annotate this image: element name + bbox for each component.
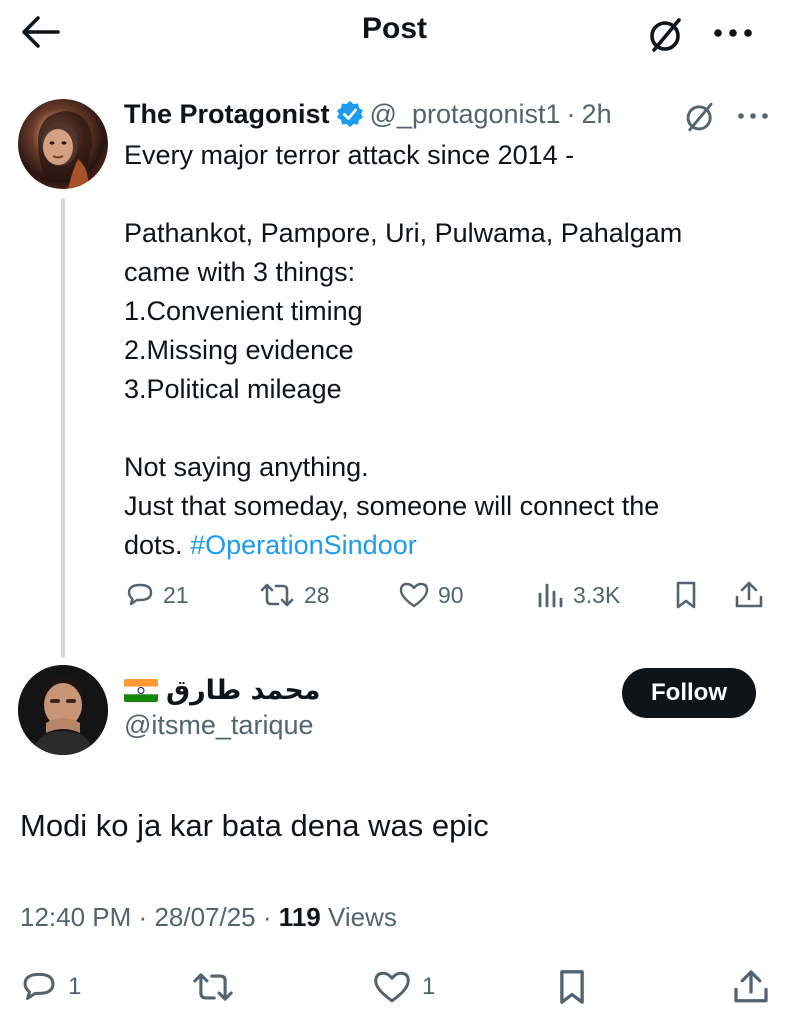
avatar-photo-icon bbox=[38, 111, 92, 189]
post-more-button[interactable] bbox=[735, 105, 771, 127]
views-label: Views bbox=[327, 902, 397, 932]
share-button[interactable] bbox=[733, 580, 765, 610]
reply-button[interactable]: 21 bbox=[125, 580, 189, 610]
reply-count: 1 bbox=[68, 973, 82, 1000]
author-handle[interactable]: @_protagonist1 bbox=[370, 99, 561, 130]
post-text-line: 2.Missing evidence bbox=[124, 335, 354, 365]
bookmark-button[interactable] bbox=[554, 968, 590, 1006]
avatar-photo-icon bbox=[18, 665, 108, 755]
like-button[interactable]: 1 bbox=[372, 968, 435, 1006]
post-time[interactable]: 12:40 PM bbox=[20, 902, 131, 932]
separator: · bbox=[566, 98, 576, 129]
repost-icon bbox=[260, 583, 294, 607]
post-metadata: 12:40 PM · 28/07/25 · 119 Views bbox=[20, 902, 397, 933]
repost-button[interactable] bbox=[190, 968, 236, 1006]
bookmark-icon bbox=[560, 970, 584, 1004]
avatar[interactable] bbox=[18, 99, 108, 189]
grok-icon bbox=[686, 102, 713, 132]
share-icon bbox=[735, 581, 763, 608]
share-button[interactable] bbox=[731, 968, 771, 1006]
repost-count: 28 bbox=[304, 581, 330, 608]
like-button[interactable]: 90 bbox=[398, 580, 464, 610]
reply-icon bbox=[23, 972, 55, 1000]
repost-icon bbox=[193, 973, 233, 1001]
grok-button[interactable] bbox=[683, 100, 717, 134]
bookmark-button[interactable] bbox=[672, 580, 700, 610]
main-post-author-row: محمد طارق bbox=[124, 670, 321, 710]
view-count: 3.3K bbox=[573, 581, 621, 608]
more-horizontal-icon bbox=[714, 29, 752, 37]
views-button[interactable]: 3.3K bbox=[535, 580, 620, 610]
author-name[interactable]: The Protagonist bbox=[124, 99, 330, 130]
post-text-line: Pathankot, Pampore, Uri, Pulwama, Pahalg… bbox=[124, 218, 683, 248]
post-time[interactable]: 2h bbox=[582, 99, 612, 130]
more-options-button[interactable] bbox=[710, 20, 756, 46]
post-text-line: Every major terror attack since 2014 - bbox=[124, 140, 575, 170]
reply-button[interactable]: 1 bbox=[20, 968, 81, 1006]
reply-count: 21 bbox=[163, 581, 189, 608]
analytics-icon bbox=[538, 583, 563, 608]
parent-post-text: Every major terror attack since 2014 - P… bbox=[124, 136, 764, 565]
post-date[interactable]: 28/07/25 bbox=[154, 902, 255, 932]
post-text-fragment: dots. bbox=[124, 530, 183, 560]
post-text-line: 3.Political mileage bbox=[124, 374, 342, 404]
follow-button[interactable]: Follow bbox=[622, 668, 756, 718]
post-text-line: 1.Convenient timing bbox=[124, 296, 363, 326]
bookmark-icon bbox=[676, 581, 696, 609]
share-icon bbox=[734, 970, 768, 1003]
more-horizontal-icon bbox=[738, 113, 768, 119]
main-post-text: Modi ko ja kar bata dena was epic bbox=[20, 808, 489, 843]
post-text-line: dots. #OperationSindoor bbox=[124, 526, 764, 565]
repost-button[interactable]: 28 bbox=[258, 580, 330, 610]
heart-icon bbox=[399, 582, 429, 608]
parent-post-header: The Protagonist @_protagonist1 · 2h bbox=[124, 96, 612, 132]
like-count: 1 bbox=[422, 973, 436, 1000]
post-text-line: Just that someday, someone will connect … bbox=[124, 491, 660, 521]
grok-icon bbox=[650, 18, 681, 52]
post-text-line: came with 3 things: bbox=[124, 257, 356, 287]
grok-button[interactable] bbox=[646, 15, 686, 55]
author-handle[interactable]: @itsme_tarique bbox=[124, 710, 314, 741]
view-count: 119 bbox=[278, 902, 321, 932]
heart-icon bbox=[374, 971, 410, 1003]
verified-badge-icon bbox=[336, 100, 364, 128]
separator: · bbox=[262, 902, 272, 932]
hashtag-link[interactable]: #OperationSindoor bbox=[190, 530, 417, 560]
post-text-line: Not saying anything. bbox=[124, 452, 369, 482]
separator: · bbox=[138, 902, 148, 932]
reply-icon bbox=[127, 583, 153, 606]
india-flag-icon bbox=[124, 678, 158, 702]
author-name[interactable]: محمد طارق bbox=[166, 675, 321, 706]
avatar[interactable] bbox=[18, 665, 108, 755]
like-count: 90 bbox=[438, 581, 464, 608]
thread-line bbox=[61, 198, 65, 658]
